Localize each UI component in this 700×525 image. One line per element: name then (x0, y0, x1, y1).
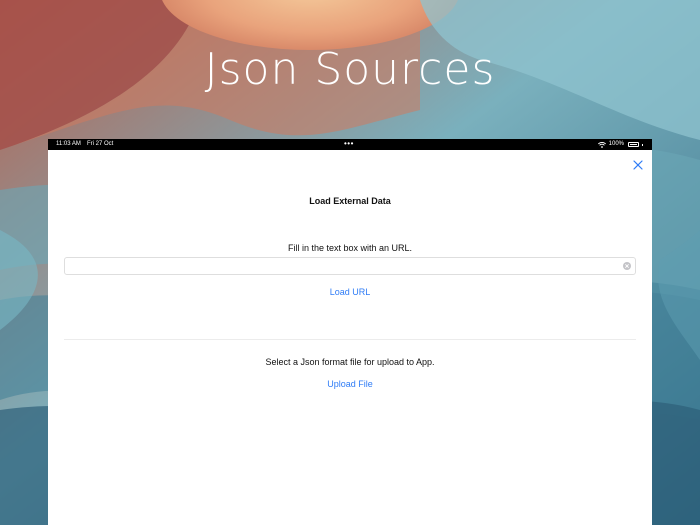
battery-percent: 100% (608, 141, 624, 147)
url-input[interactable] (69, 259, 623, 277)
upload-file-button[interactable]: Upload File (48, 379, 652, 389)
close-icon[interactable] (632, 159, 644, 171)
clear-text-icon[interactable] (623, 262, 631, 270)
hero-title: Json Sources (204, 44, 496, 95)
url-field[interactable] (64, 257, 636, 277)
url-prompt: Fill in the text box with an URL. (287, 243, 413, 253)
multitasking-dots[interactable]: ••• (344, 139, 354, 149)
modal-title: Load External Data (309, 196, 391, 206)
status-bar: 11:03 AM Fri 27 Oct ••• 100% (48, 139, 652, 150)
wifi-icon (597, 141, 606, 148)
load-url-button[interactable]: Load URL (48, 287, 652, 297)
status-time: 11:03 AM (56, 141, 81, 147)
file-prompt: Select a Json format file for upload to … (265, 357, 435, 367)
battery-cap (642, 143, 643, 146)
section-divider (64, 339, 636, 340)
ipad-screen: 11:03 AM Fri 27 Oct ••• 100% Load Extern… (48, 139, 652, 525)
status-date: Fri 27 Oct (87, 141, 114, 147)
battery-icon (628, 142, 639, 147)
status-right: 100% (597, 139, 643, 150)
